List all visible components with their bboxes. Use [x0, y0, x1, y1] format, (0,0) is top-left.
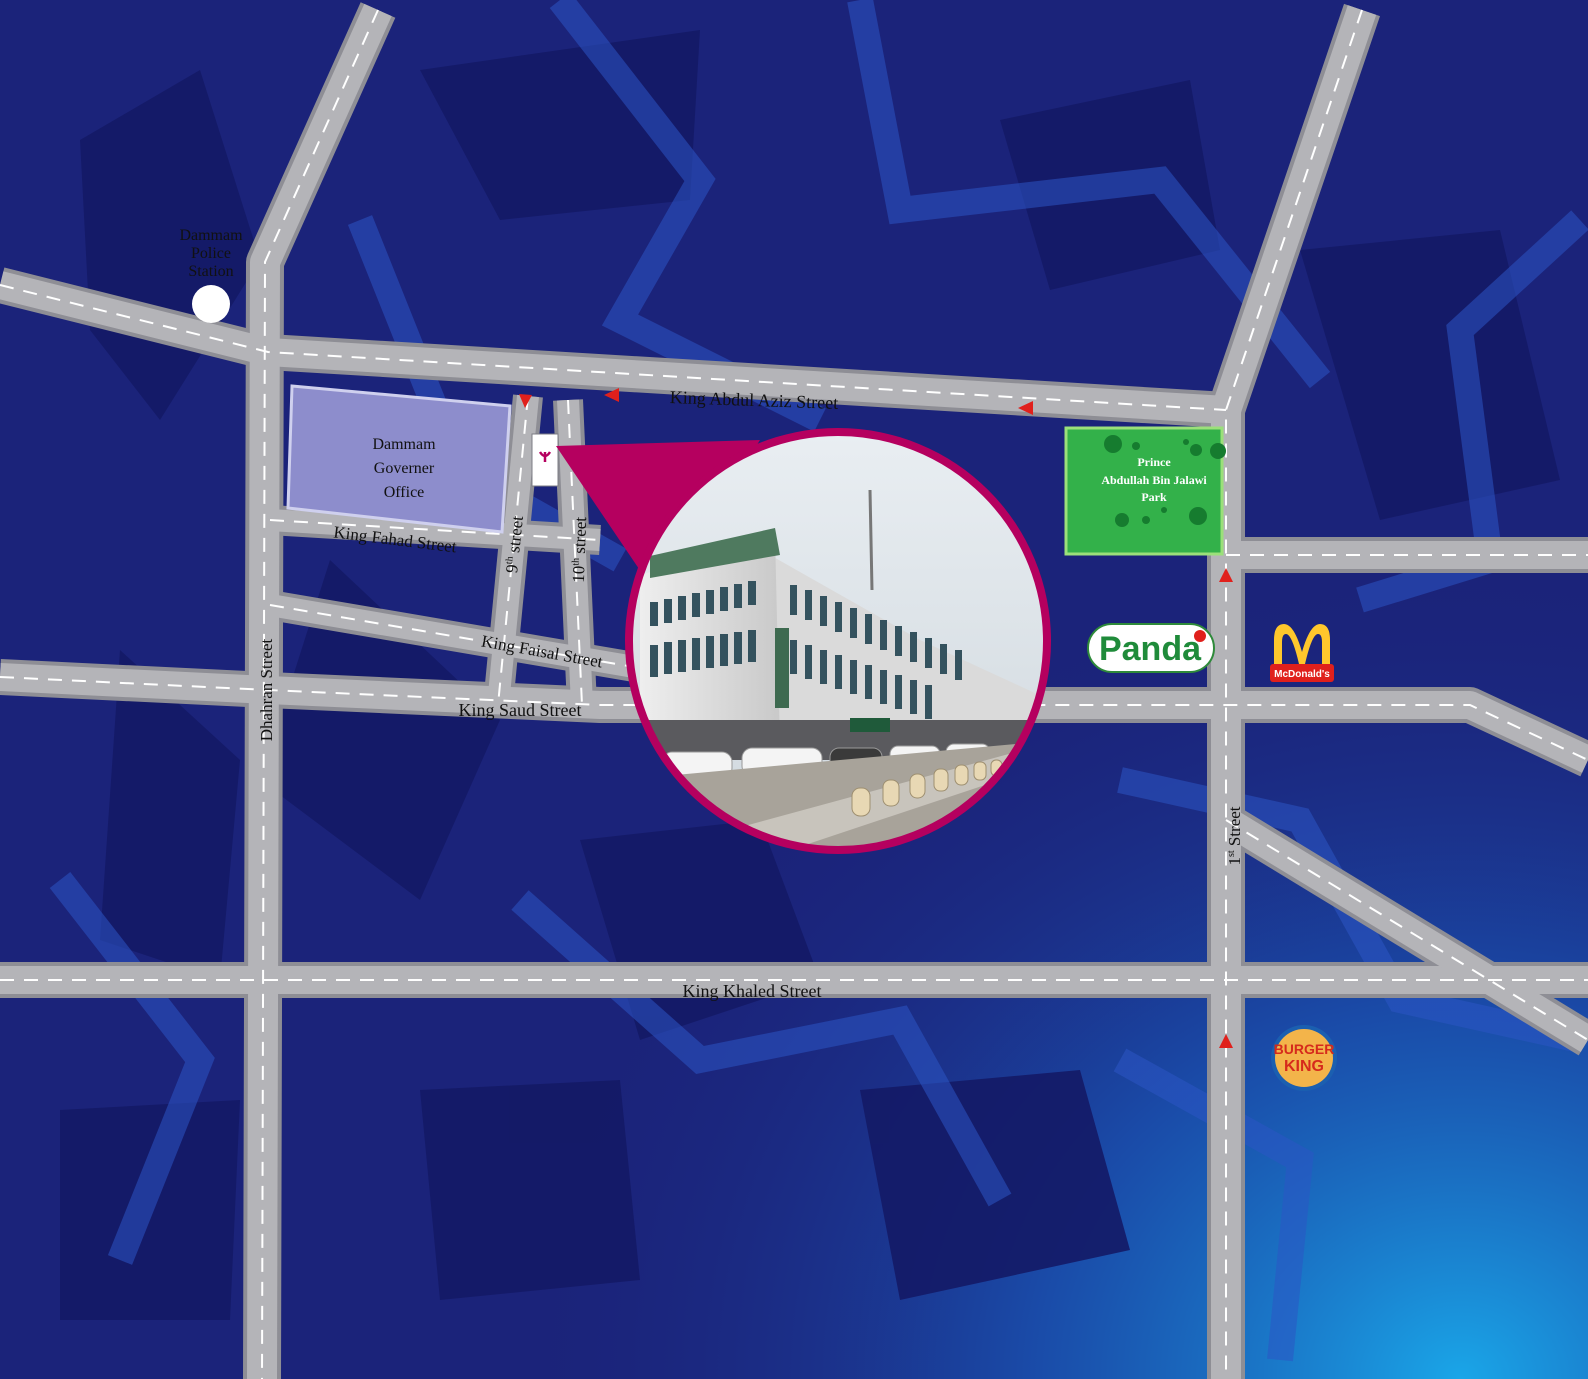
police-station-marker[interactable]: [192, 285, 230, 323]
park-line3: Park: [1141, 490, 1167, 504]
panda-leaf-icon: [1194, 630, 1206, 642]
burger-king-text-bottom: KING: [1284, 1058, 1324, 1075]
governor-office-line1: Dammam: [372, 436, 436, 453]
label-dhahran-street: Dhahran Street: [257, 639, 276, 742]
police-station-line2: Police: [191, 245, 231, 262]
park-line1: Prince: [1137, 455, 1171, 469]
label-king-khaled-street: King Khaled Street: [683, 981, 822, 1001]
burger-king-text-top: BURGER: [1274, 1041, 1335, 1057]
governor-office-line3: Office: [384, 484, 425, 501]
burger-king-logo[interactable]: BURGER KING: [1271, 1025, 1337, 1091]
police-station-line3: Station: [188, 263, 233, 280]
label-10th-street: 10th street: [569, 516, 590, 583]
panda-logo-text: Panda: [1099, 630, 1202, 668]
location-map: Dammam Governer Office Dammam Police Sta…: [0, 0, 1588, 1379]
label-king-saud-street: King Saud Street: [459, 700, 582, 720]
panda-logo[interactable]: Panda: [1087, 623, 1215, 673]
mcdonalds-logo-text: McDonald's: [1274, 669, 1330, 680]
park-line2: Abdullah Bin Jalawi: [1101, 473, 1207, 487]
map-canvas: Dammam Governer Office Dammam Police Sta…: [0, 0, 1588, 1379]
police-station-line1: Dammam: [179, 227, 243, 244]
governor-office-block[interactable]: [286, 384, 512, 534]
governor-office-line2: Governer: [374, 460, 435, 477]
